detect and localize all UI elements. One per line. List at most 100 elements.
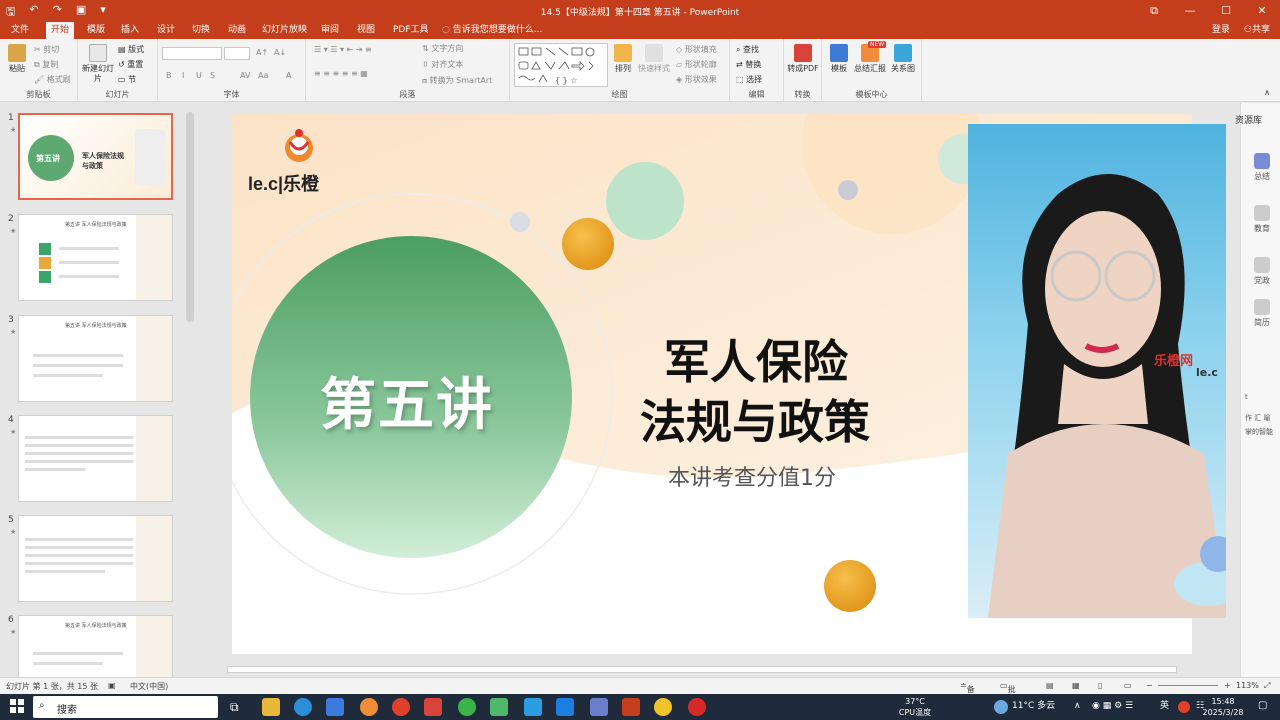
store-icon[interactable] bbox=[326, 698, 344, 716]
copy-button[interactable]: ⧉ 复制 bbox=[34, 59, 58, 70]
slide-thumbnail[interactable]: 第五讲 军人保险法规与政策 bbox=[18, 615, 173, 677]
shapes-gallery[interactable]: { } ☆ bbox=[514, 43, 608, 87]
reset-button[interactable]: ↺ 重置 bbox=[118, 59, 143, 70]
resource-resume[interactable]: 简历 bbox=[1245, 299, 1279, 328]
shape-fill-button[interactable]: ◇ 形状填充 bbox=[676, 44, 717, 55]
app-arrow-icon[interactable] bbox=[556, 698, 574, 716]
paste-button[interactable]: 粘贴 bbox=[4, 44, 30, 74]
layout-button[interactable]: ▤ 版式 bbox=[118, 44, 144, 55]
select-button[interactable]: ⬚ 选择 bbox=[736, 74, 762, 85]
slideshow-view-icon[interactable]: ▭ bbox=[1124, 681, 1132, 690]
bullets-icon[interactable]: ☰ ▾ ☰ ▾ ⇤ ⇥ ≡ bbox=[314, 45, 372, 54]
thumbnail-row[interactable]: 6 ★ 第五讲 军人保险法规与政策 bbox=[0, 615, 190, 677]
resource-education[interactable]: 教育 bbox=[1245, 205, 1279, 234]
slide-thumbnail[interactable] bbox=[18, 415, 173, 502]
horizontal-scrollbar[interactable] bbox=[199, 663, 1226, 676]
login-link[interactable]: 登录 bbox=[1212, 22, 1230, 39]
language-indicator[interactable]: 中文(中国) bbox=[130, 681, 168, 692]
section-button[interactable]: ▭ 节 bbox=[118, 74, 136, 85]
record-icon[interactable] bbox=[688, 698, 706, 716]
thumbnail-scrollbar[interactable] bbox=[186, 112, 194, 322]
thumbnail-row[interactable]: 3 ★ 第五讲 军人保险法规与政策 bbox=[0, 315, 190, 405]
slide-thumbnail[interactable]: 第五讲 军人保险法规与政策 bbox=[18, 315, 173, 402]
slide-thumbnail[interactable]: 第五讲 军人保险法规与政策 bbox=[18, 214, 173, 301]
resource-library-header[interactable]: 资源库 bbox=[1235, 113, 1262, 126]
find-button[interactable]: ⌕ 查找 bbox=[736, 44, 759, 55]
thumbnail-row[interactable]: 2 ★ 第五讲 军人保险法规与政策 bbox=[0, 214, 190, 304]
cpu-temp-widget[interactable]: 37°C CPU温度 bbox=[890, 696, 940, 718]
tab-transitions[interactable]: 切换 bbox=[187, 22, 215, 39]
notification-icon[interactable]: ▢ bbox=[1258, 700, 1267, 711]
thumbnail-row[interactable]: 5 ★ bbox=[0, 515, 190, 605]
windows-start-icon[interactable] bbox=[10, 699, 24, 713]
zoom-in-icon[interactable]: + bbox=[1224, 681, 1231, 690]
tab-insert[interactable]: 插入 bbox=[116, 22, 144, 39]
tab-templates[interactable]: 模版 bbox=[82, 22, 110, 39]
horizontal-scroll-thumb[interactable] bbox=[227, 666, 1177, 673]
tab-home[interactable]: 开始 bbox=[46, 22, 75, 39]
app-yellow-icon[interactable] bbox=[654, 698, 672, 716]
shape-outline-button[interactable]: ▱ 形状轮廓 bbox=[676, 59, 717, 70]
grow-font-icon[interactable]: A↑ bbox=[256, 48, 268, 57]
cut-button[interactable]: ✂ 剪切 bbox=[34, 44, 59, 55]
zoom-level[interactable]: 113% bbox=[1236, 681, 1259, 690]
wechat-icon[interactable] bbox=[458, 698, 476, 716]
tab-review[interactable]: 审阅 bbox=[316, 22, 344, 39]
shadow-button[interactable]: S bbox=[210, 71, 215, 80]
edge-icon[interactable] bbox=[294, 698, 312, 716]
text-direction-button[interactable]: ⇅ 文字方向 bbox=[422, 43, 463, 54]
slide-thumbnail[interactable]: 第五讲 军人保险法规与政策 bbox=[18, 113, 173, 200]
ime-app-icon[interactable] bbox=[1178, 701, 1190, 713]
ime-indicator[interactable]: 英 bbox=[1160, 701, 1169, 712]
thumbnail-row[interactable]: 4 ★ bbox=[0, 415, 190, 505]
template-button[interactable]: 模板 bbox=[826, 44, 852, 74]
tab-view[interactable]: 视图 bbox=[352, 22, 380, 39]
thumbnail-row[interactable]: 1 ★ 第五讲 军人保险法规与政策 bbox=[0, 113, 190, 203]
bold-button[interactable]: B bbox=[166, 71, 172, 80]
char-spacing-button[interactable]: AV bbox=[240, 71, 250, 80]
reading-view-icon[interactable]: ▯ bbox=[1098, 681, 1102, 690]
summary-report-button[interactable]: 总结汇报 bbox=[852, 44, 888, 74]
new-slide-button[interactable]: 新建幻灯片 bbox=[82, 44, 114, 84]
clock[interactable]: 15:48 2025/3/28 bbox=[1194, 696, 1252, 718]
vertical-scrollbar[interactable] bbox=[1226, 103, 1240, 677]
taskbar-search[interactable]: ⌕ 搜索 bbox=[33, 696, 218, 718]
normal-view-icon[interactable]: ▤ bbox=[1046, 681, 1054, 690]
music-app-icon[interactable] bbox=[360, 698, 378, 716]
replace-button[interactable]: ⇄ 替换 bbox=[736, 59, 761, 70]
app-network-icon[interactable] bbox=[590, 698, 608, 716]
powerpoint-icon[interactable] bbox=[622, 698, 640, 716]
resource-party[interactable]: 党政 bbox=[1245, 257, 1279, 286]
arrange-button[interactable]: 排列 bbox=[612, 44, 634, 74]
collapse-ribbon-icon[interactable]: ∧ bbox=[1264, 88, 1270, 97]
app-green-icon[interactable] bbox=[490, 698, 508, 716]
tab-slideshow[interactable]: 幻灯片放映 bbox=[257, 22, 312, 39]
wps-icon[interactable] bbox=[424, 698, 442, 716]
tell-me-search[interactable]: ◌ 告诉我您想要做什么... bbox=[442, 22, 542, 39]
tab-design[interactable]: 设计 bbox=[152, 22, 180, 39]
tray-overflow-icon[interactable]: ∧ bbox=[1074, 701, 1081, 712]
smartart-button[interactable]: ⧈ 转换为 SmartArt bbox=[422, 75, 492, 86]
zoom-slider[interactable] bbox=[1158, 685, 1218, 686]
align-text-button[interactable]: ⇳ 对齐文本 bbox=[422, 59, 463, 70]
tray-app-icons[interactable]: ◉ ▦ ⚙ ☰ bbox=[1092, 701, 1133, 712]
to-pdf-button[interactable]: 转成PDF bbox=[786, 44, 820, 74]
fit-slide-icon[interactable]: ⤢ bbox=[1264, 681, 1270, 691]
chrome-icon[interactable] bbox=[392, 698, 410, 716]
spellcheck-icon[interactable]: ▣ bbox=[108, 681, 116, 690]
change-case-button[interactable]: Aa bbox=[258, 71, 268, 80]
slide-thumbnail[interactable] bbox=[18, 515, 173, 602]
share-button[interactable]: ⚇共享 bbox=[1244, 22, 1270, 39]
alignment-icons[interactable]: ≡ ≡ ≡ ≡ ≡ ▦ bbox=[314, 69, 368, 78]
file-explorer-icon[interactable] bbox=[262, 698, 280, 716]
font-size-box[interactable] bbox=[224, 47, 250, 60]
underline-button[interactable]: U bbox=[196, 71, 202, 80]
tab-pdf-tools[interactable]: PDF工具 bbox=[388, 22, 434, 39]
slide-sorter-icon[interactable]: ▦ bbox=[1072, 681, 1080, 690]
font-name-box[interactable] bbox=[162, 47, 222, 60]
quick-styles-button[interactable]: 快速样式 bbox=[636, 44, 672, 74]
weather-text[interactable]: 11°C 多云 bbox=[1012, 701, 1055, 712]
close-button[interactable]: ✕ bbox=[1244, 0, 1280, 22]
tab-file[interactable]: 文件 bbox=[6, 22, 34, 39]
notes-button[interactable]: ≐ 备注 bbox=[960, 681, 975, 705]
